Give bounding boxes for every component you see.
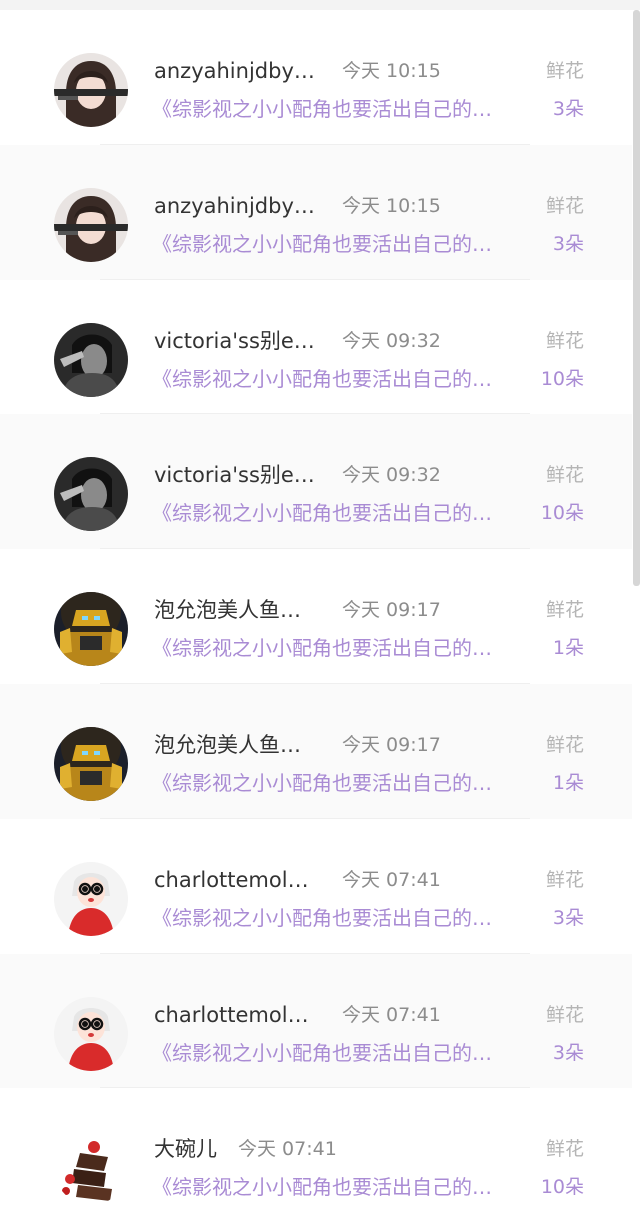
gift-count: 3朵: [552, 98, 584, 120]
gift-label: 鲜花: [545, 599, 584, 622]
gift-count: 10朵: [540, 502, 584, 525]
user-name[interactable]: victoria'ss别e…: [154, 328, 324, 354]
gift-list: anzyahinjdby… 今天 10:15 鲜花 《综影视之小小配角也要活出自…: [0, 10, 640, 1223]
user-name[interactable]: 泡允泡美人鱼…: [154, 597, 324, 623]
book-title-link[interactable]: 《综影视之小小配角也要活出自己的…: [152, 96, 534, 122]
gift-label: 鲜花: [545, 868, 584, 891]
scrollbar[interactable]: [633, 10, 640, 586]
book-title-link[interactable]: 《综影视之小小配角也要活出自己的…: [152, 635, 534, 661]
timestamp: 今天 07:41: [238, 1138, 337, 1161]
user-name[interactable]: victoria'ss别e…: [154, 462, 324, 488]
gift-count: 3朵: [552, 232, 584, 255]
user-name[interactable]: 泡允泡美人鱼…: [154, 732, 324, 758]
list-item[interactable]: victoria'ss别e… 今天 09:32 鲜花 《综影视之小小配角也要活出…: [0, 280, 632, 415]
list-item[interactable]: anzyahinjdby… 今天 10:15 鲜花 《综影视之小小配角也要活出自…: [0, 144, 632, 280]
robot-avatar-icon[interactable]: [54, 592, 128, 667]
gift-label: 鲜花: [545, 329, 584, 352]
timestamp: 今天 07:41: [342, 1003, 441, 1026]
gift-count: 1朵: [552, 637, 584, 660]
girl-portrait-avatar-icon[interactable]: [54, 53, 128, 127]
book-title-link[interactable]: 《综影视之小小配角也要活出自己的…: [152, 231, 534, 257]
list-item[interactable]: 泡允泡美人鱼… 今天 09:17 鲜花 《综影视之小小配角也要活出自己的… 1朵: [0, 683, 632, 819]
gift-label: 鲜花: [545, 60, 584, 82]
gift-label: 鲜花: [545, 464, 584, 487]
gift-count: 10朵: [540, 367, 584, 390]
gift-label: 鲜花: [545, 1003, 584, 1026]
timestamp: 今天 10:15: [342, 60, 441, 82]
book-title-link[interactable]: 《综影视之小小配角也要活出自己的…: [152, 1040, 534, 1066]
chocolate-cake-avatar-icon[interactable]: [54, 1131, 128, 1206]
cartoon-girl-avatar-icon[interactable]: [54, 861, 128, 936]
user-name[interactable]: anzyahinjdby…: [154, 58, 324, 84]
timestamp: 今天 09:32: [342, 329, 441, 352]
book-title-link[interactable]: 《综影视之小小配角也要活出自己的…: [152, 500, 534, 526]
timestamp: 今天 10:15: [342, 194, 441, 217]
user-name[interactable]: charlottemol…: [154, 1002, 324, 1028]
monochrome-portrait-avatar-icon[interactable]: [54, 457, 128, 532]
gift-label: 鲜花: [545, 194, 584, 217]
timestamp: 今天 09:17: [342, 599, 441, 622]
book-title-link[interactable]: 《综影视之小小配角也要活出自己的…: [152, 1174, 534, 1200]
user-name[interactable]: 大碗儿: [154, 1136, 234, 1162]
list-item[interactable]: 大碗儿 今天 07:41 鲜花 《综影视之小小配角也要活出自己的… 10朵: [0, 1088, 632, 1223]
cartoon-girl-avatar-icon[interactable]: [54, 996, 128, 1071]
gift-count: 10朵: [540, 1176, 584, 1199]
gift-count: 3朵: [552, 1041, 584, 1064]
book-title-link[interactable]: 《综影视之小小配角也要活出自己的…: [152, 770, 534, 796]
book-title-link[interactable]: 《综影视之小小配角也要活出自己的…: [152, 366, 534, 392]
user-name[interactable]: anzyahinjdby…: [154, 193, 324, 219]
girl-portrait-avatar-icon[interactable]: [54, 187, 128, 262]
robot-avatar-icon[interactable]: [54, 726, 128, 801]
gift-count: 3朵: [552, 906, 584, 929]
monochrome-portrait-avatar-icon[interactable]: [54, 322, 128, 397]
gift-label: 鲜花: [545, 733, 584, 756]
book-title-link[interactable]: 《综影视之小小配角也要活出自己的…: [152, 905, 534, 931]
list-item[interactable]: 泡允泡美人鱼… 今天 09:17 鲜花 《综影视之小小配角也要活出自己的… 1朵: [0, 549, 632, 684]
user-name[interactable]: charlottemol…: [154, 867, 324, 893]
list-item[interactable]: victoria'ss别e… 今天 09:32 鲜花 《综影视之小小配角也要活出…: [0, 414, 632, 550]
timestamp: 今天 09:17: [342, 733, 441, 756]
timestamp: 今天 09:32: [342, 464, 441, 487]
list-item[interactable]: anzyahinjdby… 今天 10:15 鲜花 《综影视之小小配角也要活出自…: [0, 10, 632, 145]
timestamp: 今天 07:41: [342, 868, 441, 891]
gift-records-page: anzyahinjdby… 今天 10:15 鲜花 《综影视之小小配角也要活出自…: [0, 0, 640, 1226]
list-item[interactable]: charlottemol… 今天 07:41 鲜花 《综影视之小小配角也要活出自…: [0, 819, 632, 954]
list-item[interactable]: charlottemol… 今天 07:41 鲜花 《综影视之小小配角也要活出自…: [0, 953, 632, 1089]
gift-label: 鲜花: [545, 1138, 584, 1161]
top-bar: [0, 0, 640, 10]
gift-count: 1朵: [552, 771, 584, 794]
